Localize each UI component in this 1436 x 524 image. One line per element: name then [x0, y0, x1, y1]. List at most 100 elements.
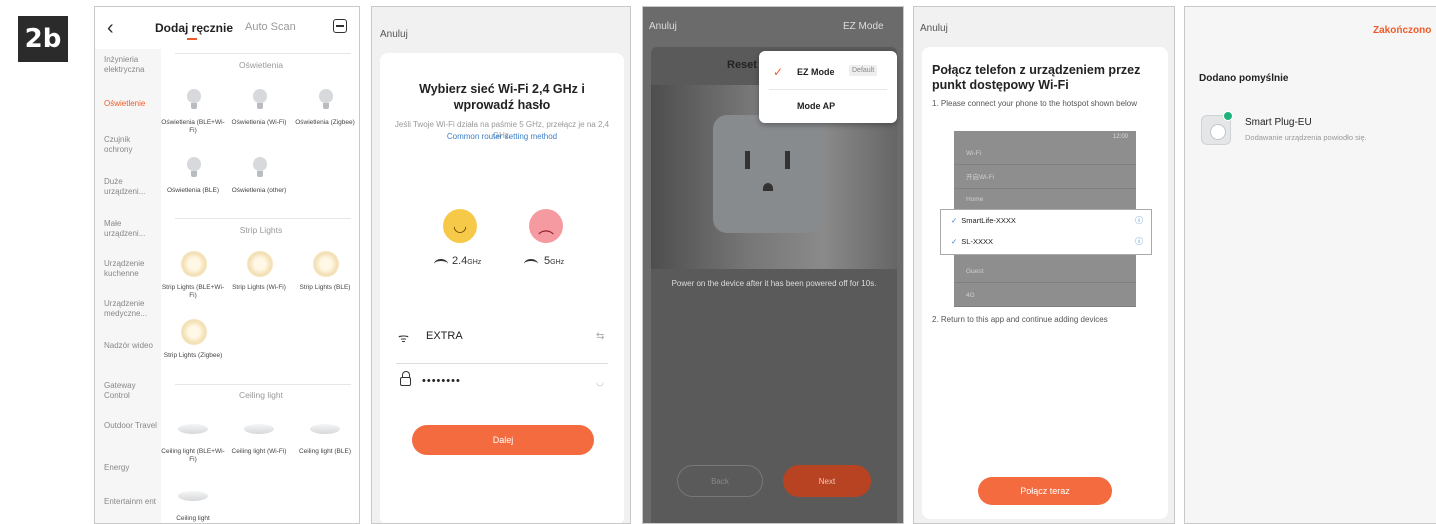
default-badge: Default — [849, 65, 878, 76]
lock-icon — [400, 371, 411, 386]
strip-light-icon — [247, 251, 273, 277]
sidebar-item[interactable]: Nadzór wideo — [104, 341, 158, 351]
success-check-icon — [1223, 111, 1233, 121]
hotspot-name: SmartLife-XXXX — [961, 216, 1016, 225]
menu-item-ap-mode[interactable]: Mode AP — [797, 101, 835, 111]
cancel-link[interactable]: Anuluj — [920, 23, 948, 34]
next-button[interactable]: Next — [783, 465, 871, 497]
wifi-header: Wi-Fi — [954, 143, 1136, 165]
divider — [769, 89, 887, 90]
step-1-text: 1. Please connect your phone to the hots… — [932, 99, 1138, 108]
band-2-4ghz: 2.4GHz — [452, 255, 481, 267]
device-item[interactable]: Ceiling light (Wi-Fi) — [227, 448, 291, 456]
device-item[interactable]: Strip Lights (Zigbee) — [161, 352, 225, 360]
sidebar-item[interactable]: Urządzenie kuchenne — [104, 259, 158, 279]
page-title: Wybierz sieć Wi-Fi 2,4 GHz i wprowadź ha… — [419, 82, 585, 112]
chevron-left-icon[interactable]: ‹ — [107, 17, 114, 40]
hotspot-item[interactable]: ✓ SL-XXXX — [951, 237, 993, 246]
hotspot-list: ✓ SmartLife-XXXX ⓘ ✓ SL-XXXX ⓘ — [940, 209, 1152, 255]
screen-success: Zakończono Dodano pomyślnie Smart Plug-E… — [1184, 6, 1436, 524]
sidebar-item[interactable]: Czujnik ochrony — [104, 135, 158, 155]
page-title: Reset — [727, 59, 757, 71]
router-icon — [524, 259, 538, 269]
tab-auto-scan[interactable]: Auto Scan — [245, 21, 296, 33]
socket-slot — [785, 151, 790, 169]
ceiling-light-icon — [178, 424, 208, 434]
sidebar-item[interactable]: Inżynieria elektryczna — [104, 55, 158, 75]
device-item[interactable]: Oświetlenia (Zigbee) — [293, 119, 357, 127]
password-field[interactable]: •••••••• — [422, 375, 461, 387]
device-item[interactable]: Oświetlenia (BLE) — [161, 187, 225, 195]
wifi-row-text: 4G — [966, 292, 975, 299]
band-5ghz: 5GHz — [544, 255, 564, 267]
sidebar-item-active[interactable]: Oświetlenie — [104, 99, 158, 109]
hotspot-item[interactable]: ✓ SmartLife-XXXX — [951, 216, 1016, 225]
divider — [396, 363, 608, 364]
device-item[interactable]: Ceiling light (BLE+Wi-Fi) — [161, 448, 225, 464]
bulb-icon — [187, 157, 201, 177]
sidebar-item[interactable]: Energy — [104, 463, 158, 473]
screen-ap-connect: Anuluj Połącz telefon z urządzeniem prze… — [913, 6, 1175, 524]
device-item[interactable]: Oświetlenia (BLE+Wi-Fi) — [161, 119, 225, 135]
bulb-icon — [187, 89, 201, 109]
wifi-row-text: Home — [966, 196, 984, 203]
check-icon: ✓ — [951, 237, 958, 246]
page-title: Połącz telefon z urządzeniem przez punkt… — [932, 63, 1141, 92]
done-button[interactable]: Zakończono — [1373, 25, 1431, 36]
ceiling-light-icon — [178, 491, 208, 501]
next-button[interactable]: Dalej — [412, 425, 594, 455]
cancel-link[interactable]: Anuluj — [649, 21, 677, 32]
sidebar-item[interactable]: Outdoor Travel — [104, 421, 158, 431]
device-name[interactable]: Smart Plug-EU — [1245, 117, 1312, 128]
device-item[interactable]: Strip Lights (BLE+Wi-Fi) — [161, 284, 225, 300]
info-icon[interactable]: ⓘ — [1135, 215, 1143, 226]
success-title: Dodano pomyślnie — [1199, 73, 1289, 84]
category-sidebar: Inżynieria elektryczna Oświetlenie Czujn… — [95, 49, 161, 523]
sidebar-item[interactable]: Urządzenie medyczne... — [104, 299, 158, 319]
sidebar-item[interactable]: Małe urządzeni... — [104, 219, 158, 239]
device-item[interactable]: Ceiling light — [161, 515, 225, 523]
check-icon: ✓ — [951, 216, 958, 225]
sad-face-icon: ︵ — [529, 209, 563, 243]
ssid-field[interactable]: EXTRA — [426, 330, 463, 342]
device-item[interactable]: Oświetlenia (other) — [227, 187, 291, 195]
screen-reset-device: Anuluj EZ Mode Reset Power on the device… — [642, 6, 904, 524]
bulb-icon — [253, 89, 267, 109]
instruction-text: Power on the device after it has been po… — [671, 279, 877, 288]
wifi-row-text: 开启Wi-Fi — [966, 174, 995, 181]
hotspot-name: SL-XXXX — [961, 237, 993, 246]
smile-face-icon: ◡ — [443, 209, 477, 243]
device-item[interactable]: Oświetlenia (Wi-Fi) — [227, 119, 291, 127]
info-icon[interactable]: ⓘ — [1135, 236, 1143, 247]
strip-light-icon — [181, 251, 207, 277]
switch-network-icon[interactable]: ⇆ — [596, 331, 604, 342]
wifi-icon: ᯤ — [398, 331, 409, 345]
wifi-row: 4G — [954, 285, 1136, 307]
bulb-icon — [253, 157, 267, 177]
device-status: Dodawanie urządzenia powiodło się. — [1245, 133, 1367, 142]
router-setting-link[interactable]: Common router setting method — [394, 131, 610, 142]
divider — [175, 384, 351, 385]
sidebar-item[interactable]: Entertainm ent — [104, 497, 158, 507]
socket-slot — [745, 151, 750, 169]
device-item[interactable]: Strip Lights (BLE) — [293, 284, 357, 292]
scan-icon[interactable] — [333, 19, 347, 33]
mode-selector[interactable]: EZ Mode — [843, 21, 884, 32]
cancel-link[interactable]: Anuluj — [380, 29, 408, 40]
sidebar-item[interactable]: Gateway Control — [104, 381, 158, 401]
strip-light-icon — [181, 319, 207, 345]
check-icon: ✓ — [773, 65, 784, 79]
sidebar-item[interactable]: Duże urządzeni... — [104, 177, 158, 197]
back-button[interactable]: Back — [677, 465, 763, 497]
connect-now-button[interactable]: Połącz teraz — [978, 477, 1112, 505]
tab-add-manually[interactable]: Dodaj ręcznie — [155, 21, 233, 35]
menu-item-ez-mode[interactable]: EZ Mode — [797, 67, 835, 77]
step-2-text: 2. Return to this app and continue addin… — [932, 315, 1108, 324]
socket-ground — [763, 183, 773, 191]
device-item[interactable]: Strip Lights (Wi-Fi) — [227, 284, 291, 292]
band-unit: GHz — [467, 259, 482, 266]
eye-icon[interactable]: ◡ — [596, 377, 604, 388]
smart-plug-image — [713, 115, 823, 233]
device-item[interactable]: Ceiling light (BLE) — [293, 448, 357, 456]
router-icon — [434, 259, 448, 269]
